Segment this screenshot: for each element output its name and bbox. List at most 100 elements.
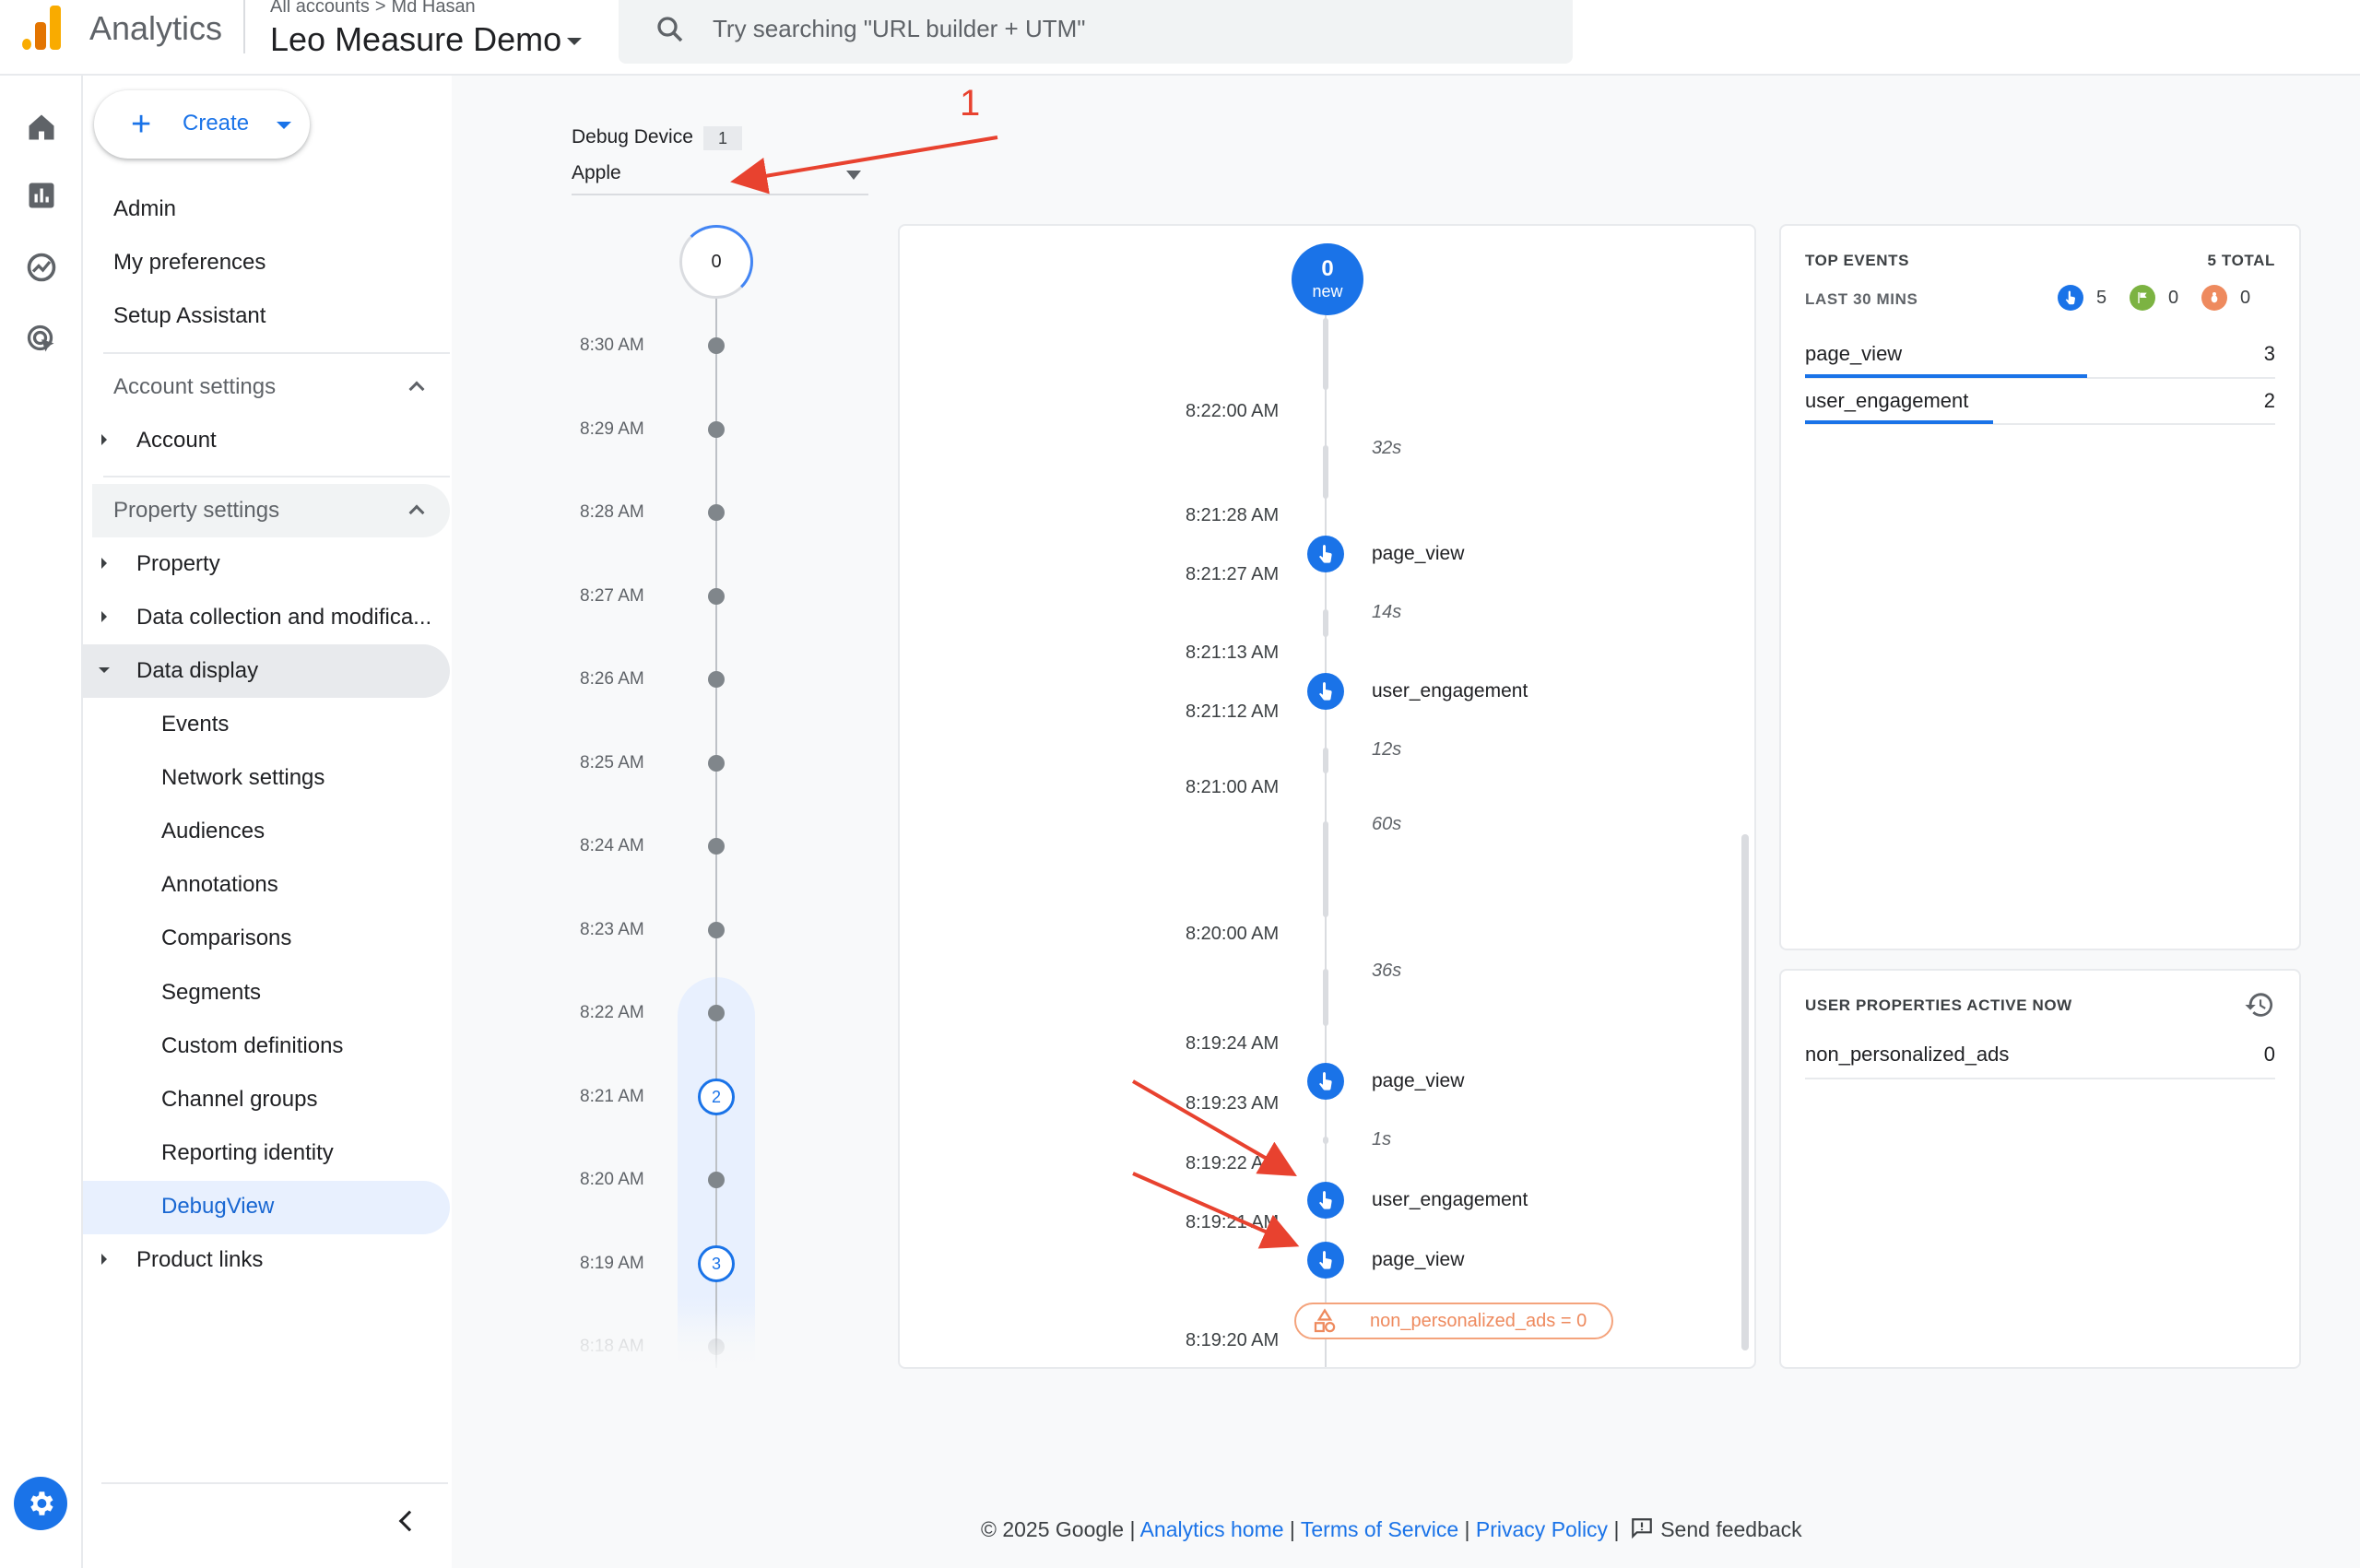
footer-analytics-home-link[interactable]: Analytics home <box>1140 1517 1284 1541</box>
nav-data-display[interactable]: Data display <box>136 658 258 684</box>
minute-time: 8:23 AM <box>580 919 644 939</box>
minute-row[interactable]: 8:27 AM <box>535 583 835 610</box>
history-icon[interactable] <box>2244 989 2275 1020</box>
footer-privacy-link[interactable]: Privacy Policy <box>1476 1517 1608 1541</box>
event-timestamp: 8:20:00 AM <box>1186 924 1280 944</box>
event-timestamp: 8:21:27 AM <box>1186 564 1280 584</box>
nav-product-links[interactable]: Product links <box>136 1247 263 1273</box>
event-icon[interactable] <box>1307 1182 1344 1219</box>
minute-dot <box>708 1172 725 1188</box>
nav-account-settings[interactable]: Account settings <box>113 374 276 400</box>
footer-terms-link[interactable]: Terms of Service <box>1301 1517 1458 1541</box>
top-event-share-bar <box>1805 420 1993 424</box>
top-events-title: TOP EVENTS <box>1805 252 1910 269</box>
footer-send-feedback[interactable]: Send feedback <box>1660 1517 1801 1541</box>
advertising-icon[interactable] <box>25 323 58 356</box>
top-event-name[interactable]: page_view <box>1805 342 1902 366</box>
collapse-arrow-icon[interactable] <box>99 667 110 673</box>
admin-settings-button[interactable] <box>14 1477 67 1530</box>
nav-debugview[interactable]: DebugView <box>161 1194 274 1220</box>
app-name: Analytics <box>89 9 223 47</box>
minute-time: 8:20 AM <box>580 1170 644 1189</box>
debug-device-select[interactable]: Apple <box>572 162 868 195</box>
minute-event-count[interactable]: 3 <box>698 1244 735 1282</box>
minute-row[interactable]: 8:26 AM <box>535 666 835 693</box>
user-property-name[interactable]: non_personalized_ads <box>1805 1043 2009 1067</box>
user-property-pill[interactable]: non_personalized_ads = 0 <box>1294 1303 1613 1339</box>
nav-property[interactable]: Property <box>136 551 220 577</box>
event-icon[interactable] <box>1307 673 1344 710</box>
minute-row[interactable]: 8:22 AM <box>535 999 835 1027</box>
admin-side-nav: + Create Admin My preferences Setup Assi… <box>83 76 452 1568</box>
expand-arrow-icon[interactable] <box>101 1254 107 1265</box>
user-property-icon <box>1314 1308 1336 1333</box>
minute-row[interactable]: 8:20 AM <box>535 1166 835 1194</box>
breadcrumb[interactable]: All accounts > Md Hasan <box>270 0 476 18</box>
user-properties-card: USER PROPERTIES ACTIVE NOW non_personali… <box>1779 969 2301 1369</box>
nav-segments[interactable]: Segments <box>161 980 261 1006</box>
page-footer: © 2025 Google | Analytics home | Terms o… <box>981 1517 1802 1541</box>
nav-annotations[interactable]: Annotations <box>161 872 278 898</box>
nav-property-settings[interactable]: Property settings <box>113 498 279 524</box>
errors-count-icon <box>2201 285 2227 311</box>
new-events-badge[interactable]: 0 new <box>1292 243 1363 315</box>
minute-row[interactable]: 8:25 AM <box>535 749 835 777</box>
expand-arrow-icon[interactable] <box>101 558 107 569</box>
event-icon[interactable] <box>1307 1063 1344 1100</box>
minute-event-count[interactable]: 2 <box>698 1078 735 1115</box>
nav-data-collection[interactable]: Data collection and modifica... <box>136 605 431 631</box>
event-name[interactable]: page_view <box>1372 543 1464 565</box>
create-button[interactable]: + Create <box>94 90 310 159</box>
minute-row[interactable]: 8:24 AM <box>535 832 835 860</box>
property-picker[interactable]: Leo Measure Demo <box>270 20 583 59</box>
event-timestamp: 8:21:13 AM <box>1186 643 1280 663</box>
nav-admin[interactable]: Admin <box>113 196 176 222</box>
minute-time: 8:29 AM <box>580 419 644 439</box>
chevron-up-icon[interactable] <box>408 381 425 397</box>
analytics-logo[interactable] <box>22 6 63 50</box>
nav-network-settings[interactable]: Network settings <box>161 765 324 791</box>
event-name[interactable]: page_view <box>1372 1249 1464 1271</box>
minute-row[interactable]: 8:28 AM <box>535 499 835 526</box>
nav-comparisons[interactable]: Comparisons <box>161 925 291 951</box>
event-name[interactable]: user_engagement <box>1372 1189 1528 1211</box>
dropdown-arrow-icon <box>277 122 291 129</box>
nav-setup-assistant[interactable]: Setup Assistant <box>113 303 266 329</box>
minute-row[interactable]: 8:23 AM <box>535 916 835 944</box>
seconds-stream-card: 0 new 8:22:00 AM 32s 8:21:28 AM page_vie… <box>898 224 1756 1369</box>
stream-scrollbar[interactable] <box>1741 834 1749 1350</box>
nav-my-preferences[interactable]: My preferences <box>113 250 266 276</box>
minute-time: 8:21 AM <box>580 1086 644 1106</box>
plus-icon: + <box>131 105 152 144</box>
expand-arrow-icon[interactable] <box>101 434 107 445</box>
minute-row[interactable]: 8:19 AM 3 <box>535 1244 835 1282</box>
gap-bar <box>1323 821 1328 917</box>
minute-row[interactable]: 8:29 AM <box>535 416 835 443</box>
explore-icon[interactable] <box>25 251 58 284</box>
breadcrumb-root[interactable]: All accounts <box>270 0 370 17</box>
event-icon[interactable] <box>1307 536 1344 572</box>
event-icon[interactable] <box>1307 1242 1344 1279</box>
home-icon[interactable] <box>25 111 58 144</box>
reports-icon[interactable] <box>25 179 58 212</box>
event-name[interactable]: user_engagement <box>1372 680 1528 702</box>
nav-events[interactable]: Events <box>161 712 229 737</box>
nav-channel-groups[interactable]: Channel groups <box>161 1087 317 1113</box>
event-name[interactable]: page_view <box>1372 1070 1464 1092</box>
nav-custom-definitions[interactable]: Custom definitions <box>161 1033 343 1059</box>
minute-row[interactable]: 8:30 AM <box>535 332 835 360</box>
expand-arrow-icon[interactable] <box>101 611 107 622</box>
minutes-fade <box>535 1309 835 1373</box>
top-event-name[interactable]: user_engagement <box>1805 389 1968 413</box>
nav-reporting-identity[interactable]: Reporting identity <box>161 1140 334 1166</box>
top-events-window: LAST 30 MINS <box>1805 290 1918 308</box>
search-bar[interactable]: Try searching "URL builder + UTM" <box>619 0 1573 64</box>
collapse-nav-chevron-icon[interactable] <box>398 1510 420 1532</box>
nav-audiences[interactable]: Audiences <box>161 819 265 844</box>
minute-time: 8:24 AM <box>580 836 644 855</box>
nav-account[interactable]: Account <box>136 428 217 454</box>
debug-device-value: Apple <box>572 162 621 183</box>
breadcrumb-account[interactable]: Md Hasan <box>392 0 476 17</box>
minute-row[interactable]: 8:21 AM 2 <box>535 1078 835 1115</box>
minute-time: 8:28 AM <box>580 502 644 522</box>
